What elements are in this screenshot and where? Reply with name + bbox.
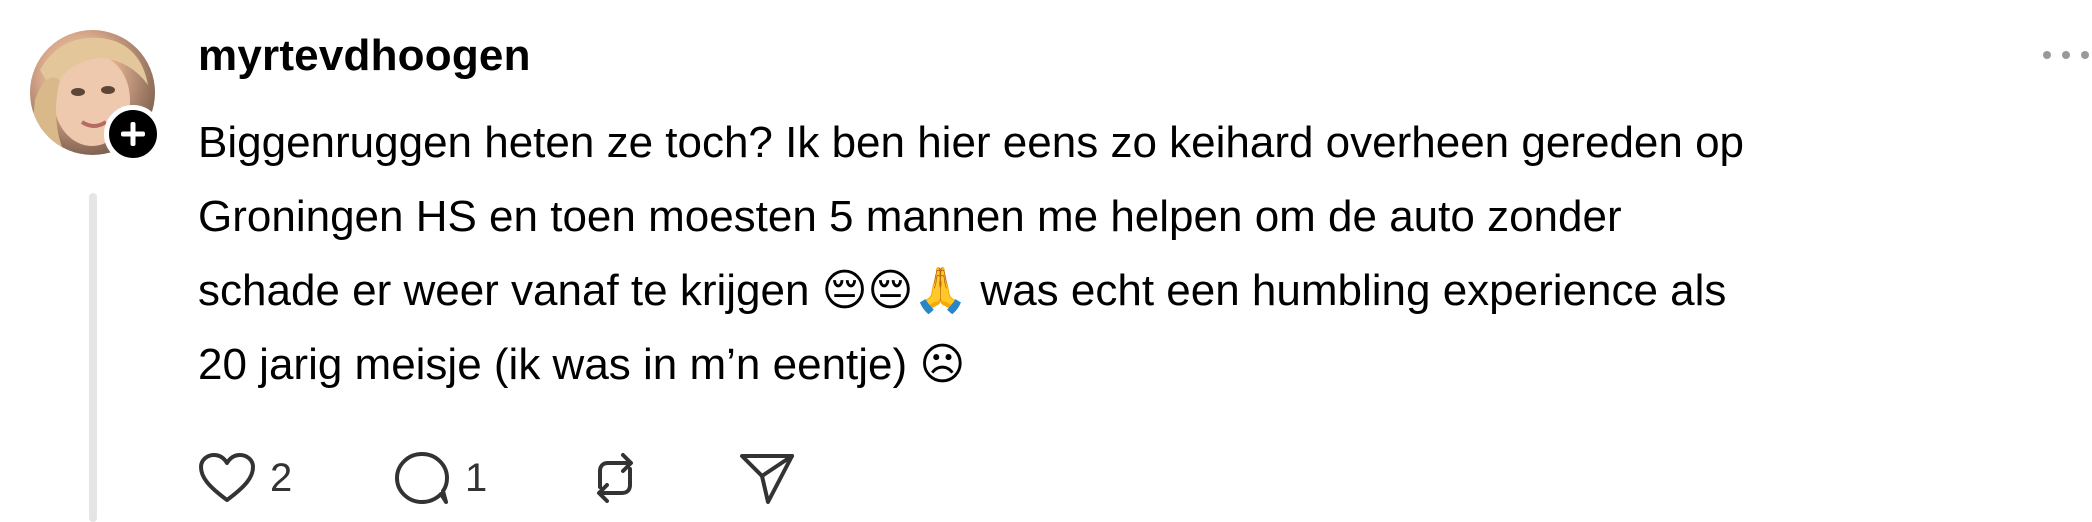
post-text-line: schade er weer vanaf te krijgen 😔😔🙏 was … xyxy=(198,266,1727,315)
share-button[interactable] xyxy=(738,448,796,508)
post-text: Biggenruggen heten ze toch? Ik ben hier … xyxy=(198,106,2088,402)
more-button[interactable] xyxy=(2040,44,2092,66)
post-text-line: 20 jarig meisje (ik was in m’n eentje) ☹ xyxy=(198,340,966,389)
more-dots-icon xyxy=(2043,51,2089,59)
like-count: 2 xyxy=(270,456,293,500)
heart-icon xyxy=(199,453,255,502)
repost-button[interactable] xyxy=(586,448,644,508)
post-text-line: Biggenruggen heten ze toch? Ik ben hier … xyxy=(198,118,1745,167)
username[interactable]: myrtevdhoogen xyxy=(198,24,531,88)
repost-icon xyxy=(597,453,633,503)
comment-bubble-icon xyxy=(395,452,449,504)
reply-count: 1 xyxy=(465,456,488,500)
follow-button[interactable] xyxy=(104,105,162,163)
send-icon xyxy=(740,454,794,504)
thread-line xyxy=(89,193,97,522)
reply-button[interactable]: 1 xyxy=(393,448,487,508)
plus-icon xyxy=(121,122,145,146)
like-button[interactable]: 2 xyxy=(198,448,292,508)
post-text-line: Groningen HS en toen moesten 5 mannen me… xyxy=(198,192,1622,241)
